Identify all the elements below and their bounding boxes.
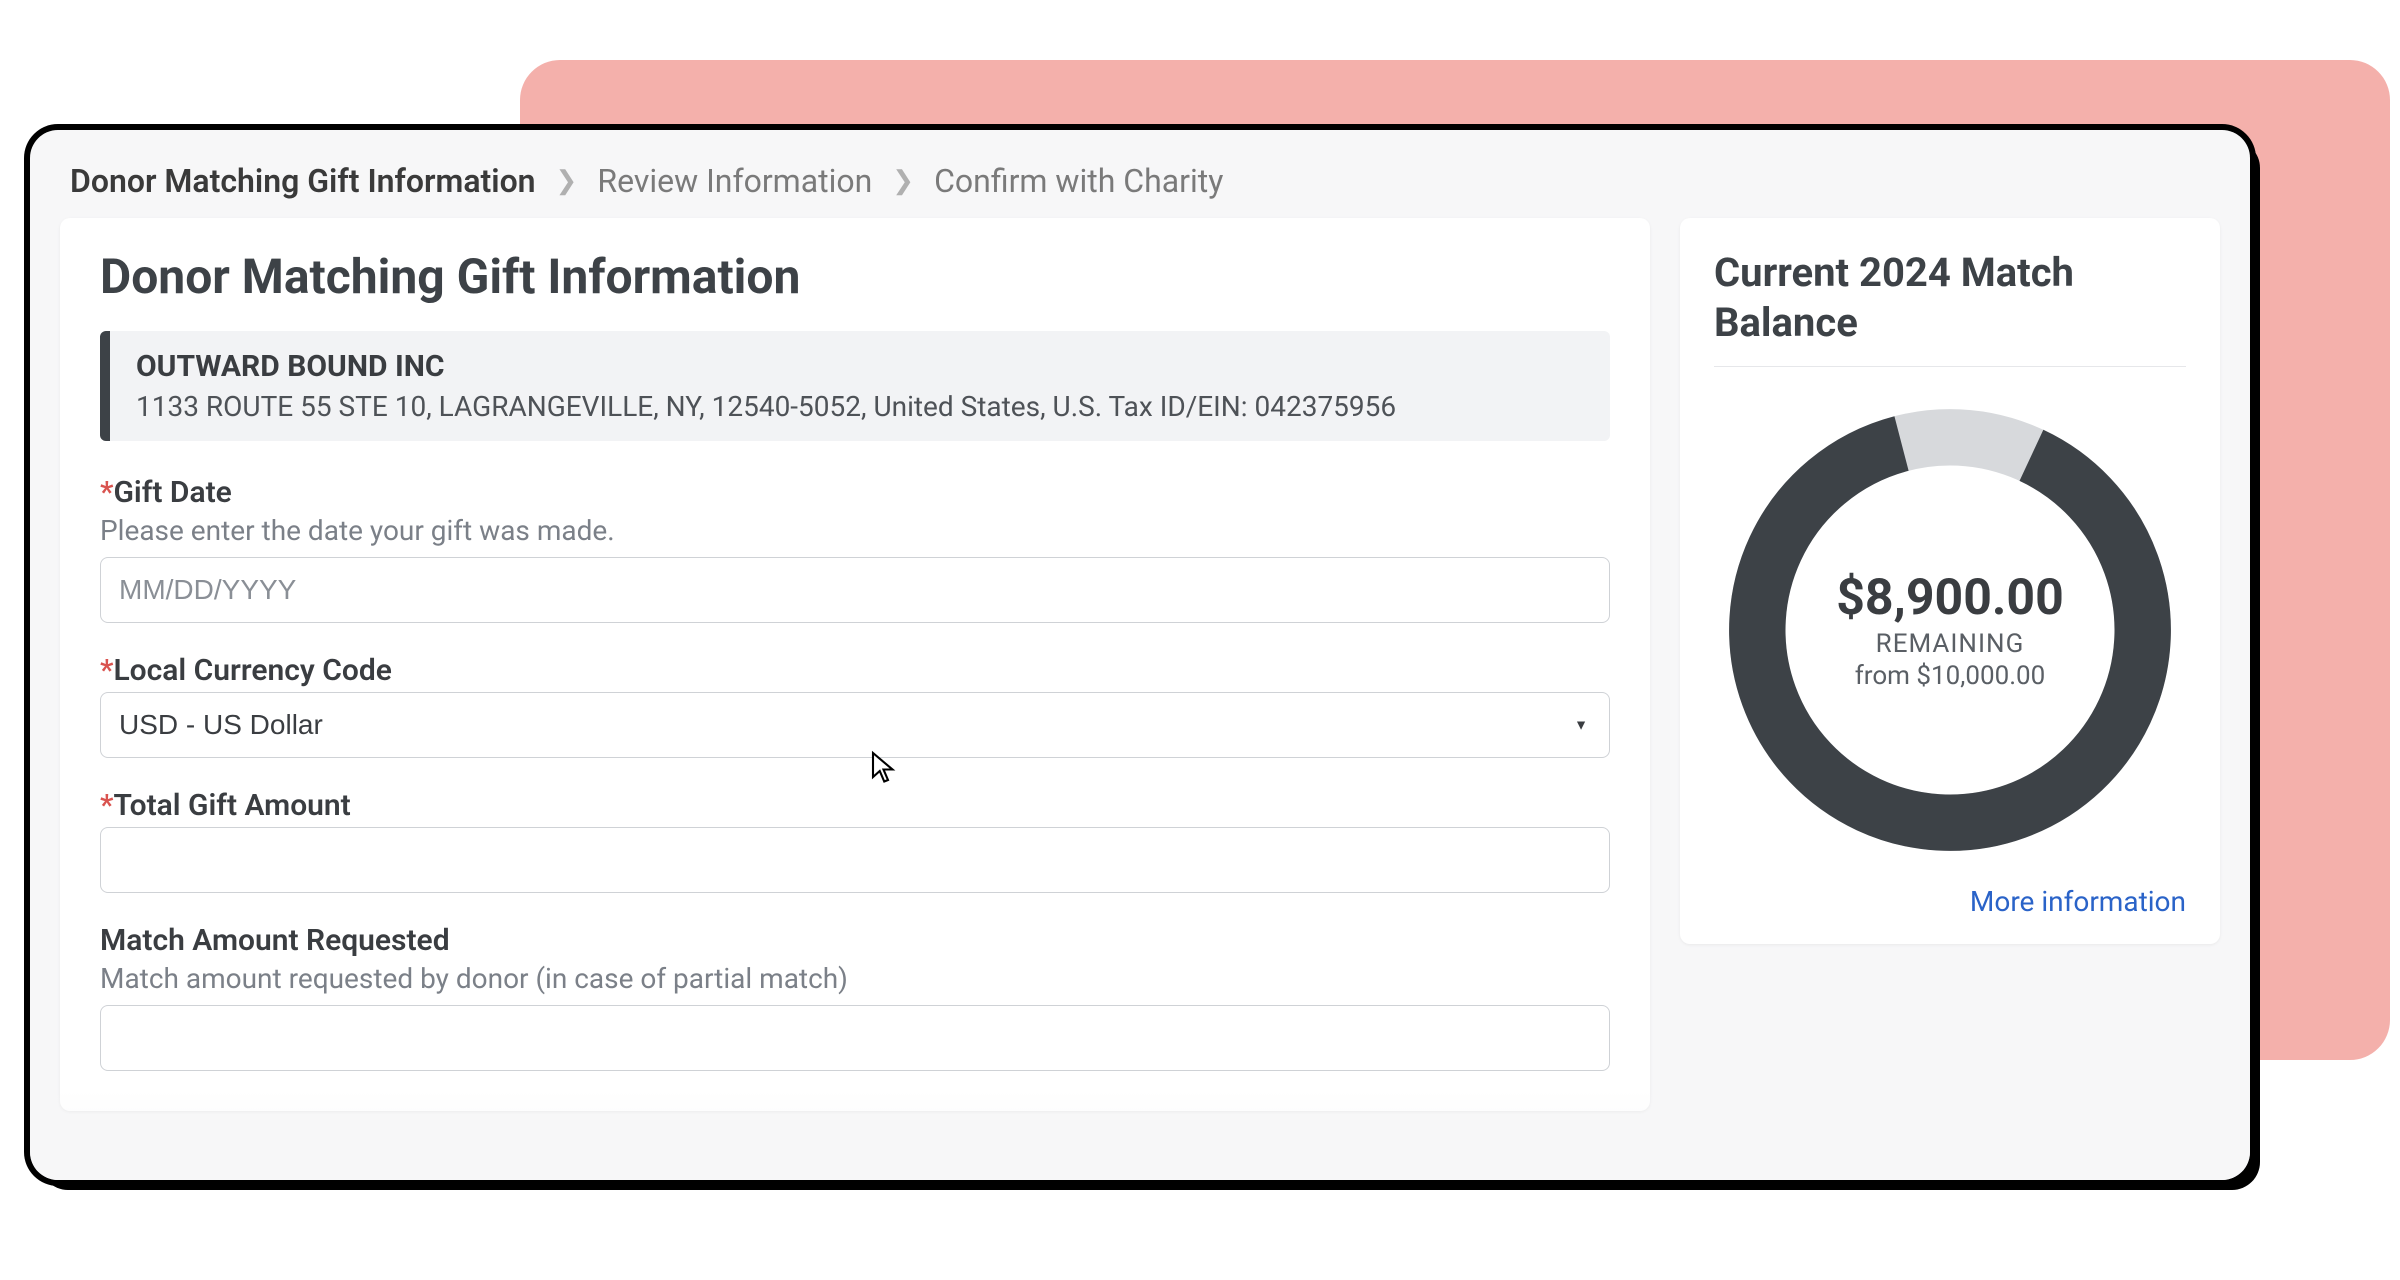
form-card: Donor Matching Gift Information OUTWARD … bbox=[60, 218, 1650, 1111]
currency-select[interactable] bbox=[100, 692, 1610, 758]
match-requested-label: Match Amount Requested bbox=[100, 923, 1610, 958]
total-amount-input[interactable] bbox=[100, 827, 1610, 893]
field-currency: *Local Currency Code ▼ bbox=[100, 653, 1610, 758]
gift-date-label: *Gift Date bbox=[100, 475, 1610, 510]
balance-from-text: from $10,000.00 bbox=[1855, 661, 2046, 691]
field-match-requested: Match Amount Requested Match amount requ… bbox=[100, 923, 1610, 1071]
organization-address: 1133 ROUTE 55 STE 10, LAGRANGEVILLE, NY,… bbox=[136, 390, 1584, 423]
app-window: Donor Matching Gift Information ❯ Review… bbox=[30, 130, 2250, 1180]
total-amount-label: *Total Gift Amount bbox=[100, 788, 1610, 823]
gift-date-hint: Please enter the date your gift was made… bbox=[100, 514, 1610, 547]
balance-donut-chart: $8,900.00 REMAINING from $10,000.00 bbox=[1715, 395, 2185, 865]
chevron-right-icon: ❯ bbox=[892, 166, 914, 196]
breadcrumb-step-1[interactable]: Donor Matching Gift Information bbox=[70, 162, 536, 200]
match-requested-input[interactable] bbox=[100, 1005, 1610, 1071]
gift-date-input[interactable] bbox=[100, 557, 1610, 623]
balance-card: Current 2024 Match Balance $8,900.00 REM… bbox=[1680, 218, 2220, 944]
breadcrumb-step-3[interactable]: Confirm with Charity bbox=[934, 162, 1223, 200]
chevron-right-icon: ❯ bbox=[556, 166, 578, 196]
balance-title: Current 2024 Match Balance bbox=[1714, 248, 2186, 367]
field-total-amount: *Total Gift Amount bbox=[100, 788, 1610, 893]
breadcrumb-step-2[interactable]: Review Information bbox=[597, 162, 872, 200]
field-gift-date: *Gift Date Please enter the date your gi… bbox=[100, 475, 1610, 623]
organization-info-box: OUTWARD BOUND INC 1133 ROUTE 55 STE 10, … bbox=[100, 331, 1610, 441]
balance-remaining-label: REMAINING bbox=[1876, 629, 2025, 659]
balance-remaining-amount: $8,900.00 bbox=[1836, 569, 2064, 627]
currency-label: *Local Currency Code bbox=[100, 653, 1610, 688]
match-requested-hint: Match amount requested by donor (in case… bbox=[100, 962, 1610, 995]
page-title: Donor Matching Gift Information bbox=[100, 248, 1610, 305]
breadcrumb: Donor Matching Gift Information ❯ Review… bbox=[30, 130, 2250, 218]
more-information-link[interactable]: More information bbox=[1714, 885, 2186, 918]
organization-name: OUTWARD BOUND INC bbox=[136, 349, 1584, 384]
